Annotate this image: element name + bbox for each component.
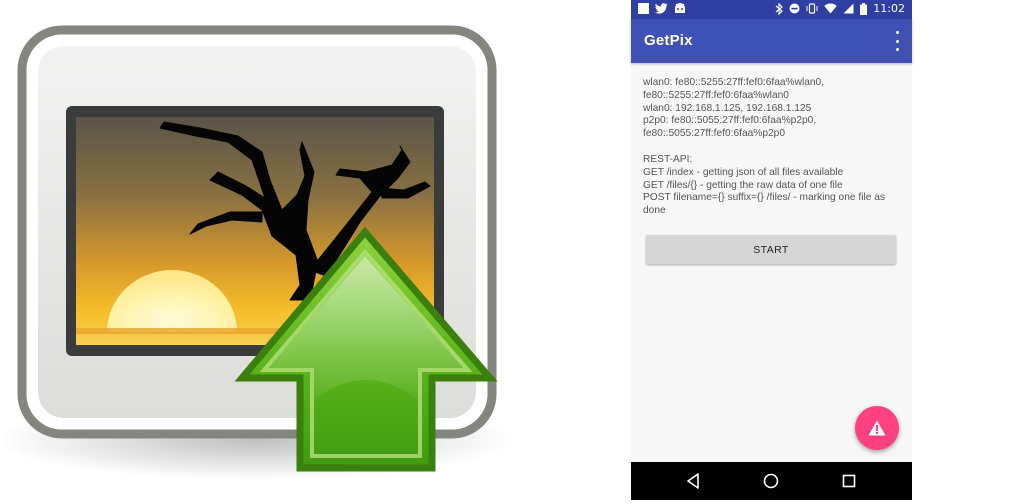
- info-line: fe80::5055:27ff:fef0:6faa%p2p0: [643, 128, 785, 140]
- info-line: fe80::5255:27ff:fef0:6faa%wlan0: [643, 89, 789, 101]
- signal-icon: [843, 3, 854, 14]
- navigation-bar: [631, 462, 912, 500]
- api-line: GET /files/{} - getting the raw data of …: [643, 179, 843, 191]
- image-upload-icon: [0, 25, 515, 480]
- twitter-icon: [655, 3, 668, 14]
- bluetooth-icon: [775, 2, 784, 15]
- back-icon[interactable]: [684, 472, 702, 490]
- do-not-disturb-icon: [789, 3, 800, 14]
- overflow-menu-icon[interactable]: [894, 31, 900, 51]
- info-line: wlan0: 192.168.1.125, 192.168.1.125: [643, 102, 812, 114]
- start-button[interactable]: START: [646, 235, 896, 264]
- recents-icon[interactable]: [840, 472, 858, 490]
- api-line: GET /index - getting json of all files a…: [643, 166, 844, 178]
- app-title: GetPix: [644, 32, 693, 49]
- status-time: 11:02: [873, 2, 905, 15]
- battery-icon: [860, 2, 868, 15]
- api-line: POST filename={} suffix={} /files/ - mar…: [643, 192, 885, 217]
- api-heading: REST-API:: [643, 153, 693, 165]
- wifi-icon: [824, 3, 837, 14]
- app-bar: GetPix: [631, 19, 912, 63]
- phone-screen: 11:02 GetPix wlan0: fe80::5255:27ff:fef0…: [631, 0, 912, 500]
- info-line: p2p0: fe80::5055:27ff:fef0:6faa%p2p0,: [643, 115, 817, 127]
- home-icon[interactable]: [762, 472, 780, 490]
- status-bar: 11:02: [631, 0, 912, 19]
- info-line: wlan0: fe80::5255:27ff:fef0:6faa%wlan0,: [643, 77, 825, 88]
- warning-fab-button[interactable]: [855, 406, 899, 450]
- square-notification-icon: [638, 3, 649, 14]
- vibrate-icon: [806, 3, 818, 14]
- app-logo: [0, 0, 520, 500]
- warning-icon: [868, 420, 886, 436]
- android-icon: [675, 3, 685, 13]
- info-text: wlan0: fe80::5255:27ff:fef0:6faa%wlan0, …: [643, 77, 903, 218]
